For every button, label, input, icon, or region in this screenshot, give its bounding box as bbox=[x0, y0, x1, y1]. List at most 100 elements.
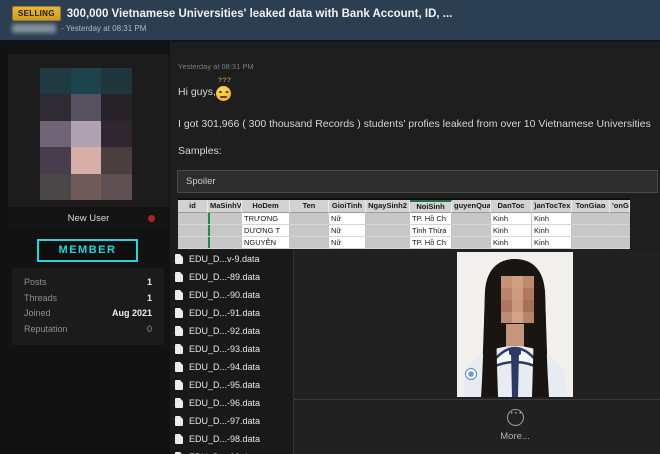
username-redacted[interactable] bbox=[12, 24, 56, 33]
samples-label: Samples: bbox=[178, 145, 222, 157]
table-cell bbox=[572, 213, 610, 225]
table-cell: TP. Hồ Ch bbox=[410, 237, 452, 249]
redacted-cell bbox=[572, 213, 609, 224]
student-photo-graphic bbox=[457, 252, 573, 397]
redacted-cell bbox=[610, 225, 629, 236]
table-cell bbox=[208, 213, 242, 225]
stats-panel: Posts1Threads1JoinedAug 2021Reputation0 bbox=[12, 268, 164, 345]
spoiler-toggle[interactable]: Spoiler bbox=[177, 170, 658, 193]
table-row: DƯƠNG TNữTỉnh ThừaKinhKinh bbox=[178, 225, 630, 237]
table-cell: TRƯƠNG bbox=[242, 213, 290, 225]
file-name: EDU_D...-89.data bbox=[189, 272, 260, 282]
ellipsis-circle-icon[interactable] bbox=[507, 409, 524, 426]
stat-row: JoinedAug 2021 bbox=[24, 306, 152, 322]
file-name: EDU_D...-92.data bbox=[189, 326, 260, 336]
redacted-cell bbox=[290, 213, 328, 224]
column-header: )anTocTex bbox=[532, 200, 572, 213]
avatar-pixel bbox=[101, 68, 132, 94]
document-icon bbox=[175, 434, 183, 444]
post-greeting: Hi guys, bbox=[178, 86, 216, 98]
avatar-pixel bbox=[40, 94, 71, 120]
face-mosaic bbox=[501, 276, 534, 323]
post-body: I got 301,966 ( 300 thousand Records ) s… bbox=[178, 118, 651, 130]
file-name: EDU_D...-96.data bbox=[189, 398, 260, 408]
file-item[interactable]: EDU_D...-95.data bbox=[170, 376, 293, 394]
file-item[interactable]: EDU_D...-99.data bbox=[170, 448, 293, 454]
column-header: MaSinhVie bbox=[208, 200, 242, 213]
table-cell bbox=[178, 237, 208, 249]
thread-title: 300,000 Vietnamese Universities' leaked … bbox=[67, 8, 453, 20]
file-name: EDU_D...v-9.data bbox=[189, 254, 260, 264]
redacted-cell bbox=[366, 225, 409, 236]
column-header: NoiSinh bbox=[410, 200, 452, 213]
table-cell bbox=[572, 225, 610, 237]
avatar-pixel bbox=[40, 68, 71, 94]
document-icon bbox=[175, 308, 183, 318]
file-item[interactable]: EDU_D...v-9.data bbox=[170, 250, 293, 268]
table-cell bbox=[178, 213, 208, 225]
file-item[interactable]: EDU_D...-96.data bbox=[170, 394, 293, 412]
avatar-pixel bbox=[101, 94, 132, 120]
preview-divider bbox=[294, 399, 660, 400]
avatar-pixel bbox=[40, 147, 71, 173]
stat-label: Reputation bbox=[24, 322, 68, 338]
more-button[interactable]: More... bbox=[455, 431, 575, 442]
column-header: guyenQua bbox=[452, 200, 491, 213]
stat-value: 1 bbox=[147, 275, 152, 291]
table-cell bbox=[366, 213, 410, 225]
file-name: EDU_D...-98.data bbox=[189, 434, 260, 444]
file-item[interactable]: EDU_D...-92.data bbox=[170, 322, 293, 340]
avatar-pixel bbox=[71, 147, 102, 173]
avatar[interactable] bbox=[40, 68, 132, 200]
file-list: EDU_D...v-9.data EDU_D...-89.data EDU_D...… bbox=[170, 250, 293, 454]
redacted-cell bbox=[208, 237, 241, 248]
emoji-question-marks: ??? bbox=[218, 77, 231, 84]
avatar-pixel bbox=[101, 147, 132, 173]
redacted-cell bbox=[178, 237, 207, 248]
table-cell: Kinh bbox=[532, 213, 572, 225]
redacted-cell bbox=[610, 237, 629, 248]
redacted-cell bbox=[366, 237, 409, 248]
document-icon bbox=[175, 398, 183, 408]
user-title-label: New User bbox=[68, 213, 110, 224]
table-cell bbox=[366, 225, 410, 237]
student-photo[interactable] bbox=[457, 252, 573, 397]
table-header-row: idMaSinhVieHoDemTenGioiTinhNgaySinh2NoiS… bbox=[178, 200, 630, 213]
stat-row: Threads 1 bbox=[24, 291, 152, 307]
document-icon bbox=[175, 416, 183, 426]
file-item[interactable]: EDU_D...-90.data bbox=[170, 286, 293, 304]
user-title: New User bbox=[8, 209, 169, 228]
rank-badge: MEMBER bbox=[37, 239, 138, 262]
file-item[interactable]: EDU_D...-94.data bbox=[170, 358, 293, 376]
document-icon bbox=[175, 380, 183, 390]
avatar-pixel bbox=[71, 94, 102, 120]
table-cell bbox=[290, 213, 329, 225]
stat-value: 1 bbox=[147, 291, 152, 307]
file-item[interactable]: EDU_D...-89.data bbox=[170, 268, 293, 286]
table-cell: Tỉnh Thừa bbox=[410, 225, 452, 237]
redacted-cell bbox=[178, 213, 207, 224]
file-item[interactable]: EDU_D...-98.data bbox=[170, 430, 293, 448]
file-item[interactable]: EDU_D...-93.data bbox=[170, 340, 293, 358]
redacted-cell bbox=[290, 237, 328, 248]
confused-face-emoji-icon bbox=[216, 86, 231, 101]
stat-label: Threads bbox=[24, 291, 57, 307]
document-icon bbox=[175, 254, 183, 264]
file-item[interactable]: EDU_D...-91.data bbox=[170, 304, 293, 322]
preview-panel: More... bbox=[293, 250, 660, 454]
file-name: EDU_D...-94.data bbox=[189, 362, 260, 372]
document-icon bbox=[175, 326, 183, 336]
avatar-pixel bbox=[71, 68, 102, 94]
column-header: TonGiao bbox=[572, 200, 610, 213]
column-header: 'onGia bbox=[610, 200, 630, 213]
user-panel bbox=[8, 54, 169, 207]
redacted-cell bbox=[572, 237, 609, 248]
redacted-cell bbox=[610, 213, 629, 224]
redacted-cell bbox=[208, 225, 241, 236]
leaked-data-table: idMaSinhVieHoDemTenGioiTinhNgaySinh2NoiS… bbox=[178, 198, 630, 249]
table-cell bbox=[452, 225, 491, 237]
column-header: NgaySinh2 bbox=[366, 200, 410, 213]
avatar-pixel bbox=[40, 174, 71, 200]
file-item[interactable]: EDU_D...-97.data bbox=[170, 412, 293, 430]
post-timestamp: Yesterday at 08:31 PM bbox=[178, 62, 254, 71]
